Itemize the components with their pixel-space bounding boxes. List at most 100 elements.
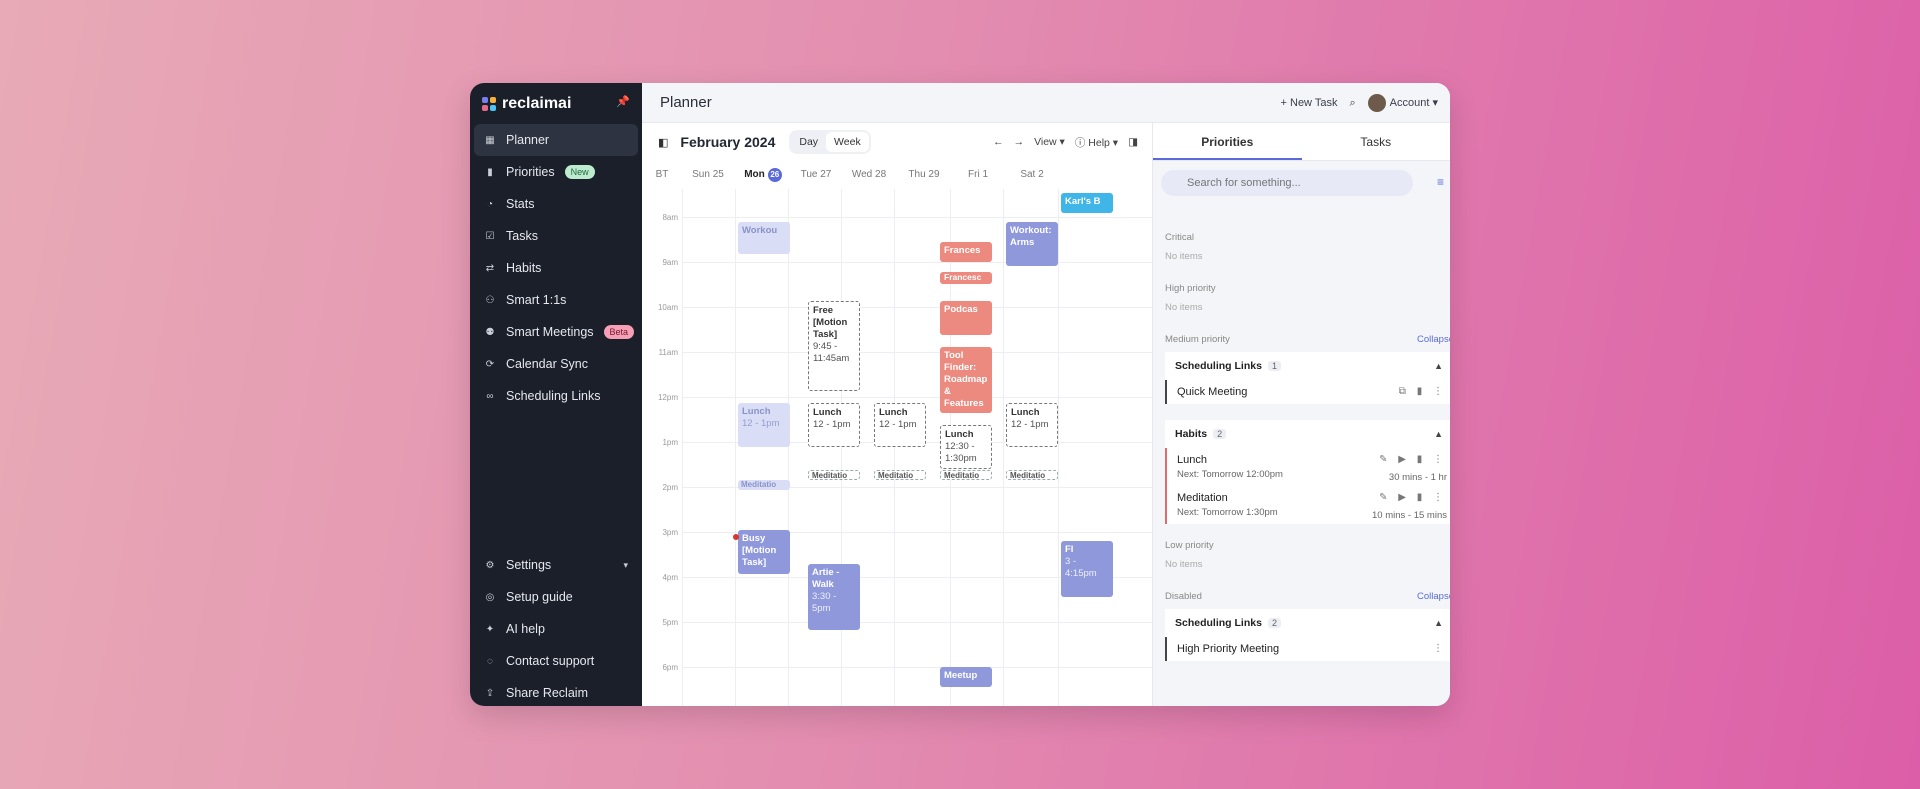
sidebar-item-contact-support[interactable]: ◌ Contact support — [474, 645, 638, 677]
hour-label: 2pm — [662, 483, 678, 492]
event-free-motion-task[interactable]: Free [Motion Task] 9:45 - 11:45am — [808, 301, 860, 391]
event-lunch-mon[interactable]: Lunch 12 - 1pm — [738, 403, 790, 447]
card-header[interactable]: Habits 2 ▲ — [1165, 420, 1450, 448]
event-lunch-thu[interactable]: Lunch 12:30 - 1:30pm — [940, 425, 992, 469]
tab-priorities[interactable]: Priorities — [1153, 123, 1302, 160]
hour-label: 4pm — [662, 573, 678, 582]
list-item[interactable]: Quick Meeting ⧉ ▮ ⋮ — [1165, 380, 1450, 404]
view-menu[interactable]: View ▾ — [1034, 136, 1065, 148]
section-high: High priority — [1165, 283, 1216, 294]
event-workout-arms[interactable]: Workout: Arms — [1006, 222, 1058, 266]
more-icon[interactable]: ⋮ — [1433, 643, 1447, 654]
card-header[interactable]: Scheduling Links 1 ▲ — [1165, 352, 1450, 380]
calendar-toolbar: ◧ February 2024 Day Week ← → View ▾ ⓘ He… — [642, 123, 1152, 161]
event-artie-walk[interactable]: Artie - Walk 3:30 - 5pm — [808, 564, 860, 630]
chevron-down-icon: ▾ — [623, 559, 628, 570]
new-task-button[interactable]: + New Task — [1281, 97, 1338, 109]
event-francesca-1[interactable]: Frances — [940, 242, 992, 262]
account-menu[interactable]: Account ▾ — [1367, 94, 1438, 112]
event-lunch-tue[interactable]: Lunch 12 - 1pm — [808, 403, 860, 447]
sidebar-item-priorities[interactable]: ▮ Priorities New — [474, 156, 638, 188]
item-actions-icon[interactable]: ⧉ ▮ ⋮ — [1399, 386, 1447, 397]
logo-icon — [482, 97, 496, 111]
event-title: Tool Finder: Roadmap & Features — [944, 350, 988, 409]
day-header-fri[interactable]: Fri 1 — [952, 161, 1004, 189]
current-time-indicator — [733, 534, 739, 540]
filter-icon[interactable]: ≡ — [1437, 175, 1444, 189]
list-item[interactable]: Meditation Next: Tomorrow 1:30pm ✎ ▶ ▮ ⋮… — [1165, 486, 1450, 524]
list-item[interactable]: High Priority Meeting ⋮ — [1165, 637, 1450, 661]
day-header-sat[interactable]: Sat 2 — [1004, 161, 1060, 189]
item-actions-icon[interactable]: ✎ ▶ ▮ ⋮ — [1379, 454, 1447, 465]
month-title: February 2024 — [680, 134, 776, 150]
sidebar-item-settings[interactable]: ⚙ Settings ▾ — [474, 549, 638, 581]
card-header[interactable]: Scheduling Links 2 ▲ — [1165, 609, 1450, 637]
event-title: Fl — [1065, 544, 1074, 555]
day-header-sun[interactable]: Sun 25 — [682, 161, 734, 189]
sidebar-item-setup-guide[interactable]: ◎ Setup guide — [474, 581, 638, 613]
event-lunch-wed[interactable]: Lunch 12 - 1pm — [874, 403, 926, 447]
week-view-button[interactable]: Week — [826, 132, 869, 152]
search-icon[interactable]: ⌕ — [1349, 97, 1355, 110]
sidebar-item-label: AI help — [506, 622, 545, 636]
sidebar-toggle-icon[interactable]: ◧ — [658, 136, 668, 149]
collapse-medium-link[interactable]: Collapse — [1417, 334, 1450, 345]
event-tool-finder[interactable]: Tool Finder: Roadmap & Features — [940, 347, 992, 413]
event-workout-mon[interactable]: Workou — [738, 222, 790, 254]
event-francesca-2[interactable]: Francesc — [940, 272, 992, 284]
event-meditation-wed[interactable]: Meditatio — [874, 470, 926, 480]
tab-tasks[interactable]: Tasks — [1302, 123, 1451, 160]
arrow-right-icon[interactable]: → — [1014, 136, 1025, 148]
list-item[interactable]: Lunch Next: Tomorrow 12:00pm ✎ ▶ ▮ ⋮ 30 … — [1165, 448, 1450, 486]
event-sat[interactable]: Fl 3 - 4:15pm — [1061, 541, 1113, 597]
sidebar-item-planner[interactable]: ▦ Planner — [474, 124, 638, 156]
event-title: Lunch — [1011, 407, 1040, 418]
collapse-disabled-link[interactable]: Collapse — [1417, 591, 1450, 602]
item-actions-icon[interactable]: ✎ ▶ ▮ ⋮ — [1379, 492, 1447, 503]
card-scheduling-links: Scheduling Links 1 ▲ Quick Meeting ⧉ ▮ ⋮ — [1165, 352, 1450, 404]
event-time: 12 - 1pm — [813, 419, 851, 430]
event-meditation-thu[interactable]: Meditatio — [940, 470, 992, 480]
event-lunch-fri[interactable]: Lunch 12 - 1pm — [1006, 403, 1058, 447]
arrow-left-icon[interactable]: ← — [993, 136, 1004, 148]
section-low: Low priority — [1165, 540, 1214, 551]
no-items-label: No items — [1165, 302, 1203, 313]
event-karl[interactable]: Karl's B — [1061, 193, 1113, 213]
sidebar-item-ai-help[interactable]: ✦ AI help — [474, 613, 638, 645]
sidebar-nav: ▦ Planner ▮ Priorities New ◔ Stats ☑ Tas… — [474, 124, 638, 412]
day-view-button[interactable]: Day — [791, 132, 826, 152]
event-thu-evening[interactable]: Meetup — [940, 667, 992, 687]
sidebar-item-smart-meetings[interactable]: ⚉ Smart Meetings Beta — [474, 316, 638, 348]
top-actions: + New Task ⌕ Account ▾ — [1281, 83, 1438, 123]
card-title: Scheduling Links — [1175, 360, 1262, 372]
sidebar-item-habits[interactable]: ⇄ Habits — [474, 252, 638, 284]
event-time: 3 - 4:15pm — [1065, 556, 1097, 579]
event-title: Meetup — [944, 670, 978, 681]
bars-icon: ▮ — [487, 166, 493, 178]
event-time: 12 - 1pm — [742, 418, 780, 429]
pin-icon[interactable]: 📌 — [616, 95, 630, 108]
sidebar-item-scheduling-links[interactable]: ∞ Scheduling Links — [474, 380, 638, 412]
event-podcast[interactable]: Podcas — [940, 301, 992, 335]
help-menu[interactable]: ⓘ Help ▾ — [1075, 135, 1118, 150]
event-meditation-tue[interactable]: Meditatio — [808, 470, 860, 480]
event-title: Meditatio — [1010, 471, 1046, 480]
day-header-thu[interactable]: Thu 29 — [896, 161, 952, 189]
search-input[interactable] — [1161, 170, 1413, 196]
event-meditation-mon[interactable]: Meditatio — [738, 480, 790, 490]
day-header-tue[interactable]: Tue 27 — [790, 161, 842, 189]
day-header-wed[interactable]: Wed 28 — [843, 161, 895, 189]
sidebar-item-share-reclaim[interactable]: ⇪ Share Reclaim — [474, 677, 638, 706]
item-duration: 30 mins - 1 hr — [1388, 472, 1447, 483]
logo[interactable]: reclaimai — [482, 93, 571, 115]
sidebar-item-calendar-sync[interactable]: ⟳ Calendar Sync — [474, 348, 638, 380]
day-header-mon[interactable]: Mon 26 — [737, 161, 789, 189]
sidebar-item-stats[interactable]: ◔ Stats — [474, 188, 638, 220]
panel-toggle-icon[interactable]: ◨ — [1128, 136, 1138, 148]
hour-label: 11am — [658, 348, 678, 357]
sidebar-item-tasks[interactable]: ☑ Tasks — [474, 220, 638, 252]
event-busy-motion-task[interactable]: Busy [Motion Task] — [738, 530, 790, 574]
sidebar-item-smart-1on1s[interactable]: ⚇ Smart 1:1s — [474, 284, 638, 316]
calendar-grid[interactable]: 8am 9am 10am 11am 12pm 1pm 2pm 3pm 4pm 5… — [642, 189, 1152, 706]
event-meditation-fri[interactable]: Meditatio — [1006, 470, 1058, 480]
